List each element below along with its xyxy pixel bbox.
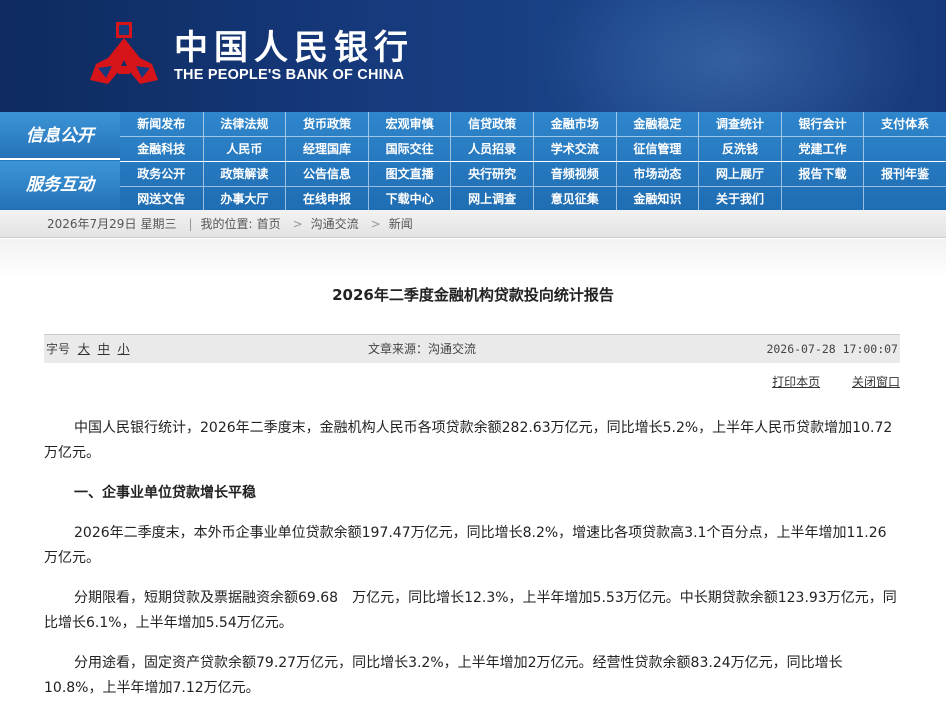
article-paragraph: 中国人民银行统计，2026年二季度末，金融机构人民币各项贷款余额282.63万亿… xyxy=(44,420,893,461)
nav-item[interactable]: 金融知识 xyxy=(615,187,699,211)
current-date: 2026年7月29日 xyxy=(47,217,137,231)
article-paragraph: 分用途看，固定资产贷款余额79.27万亿元，同比增长3.2%，上半年增加2万亿元… xyxy=(44,655,843,696)
nav-item[interactable]: 市场动态 xyxy=(615,162,699,186)
nav-item[interactable]: 货币政策 xyxy=(285,112,368,136)
nav-item[interactable]: 反洗钱 xyxy=(698,137,781,161)
nav-item[interactable]: 网上展厅 xyxy=(698,162,781,186)
nav-item[interactable]: 政务公开 xyxy=(120,162,203,186)
nav-item[interactable]: 报刊年鉴 xyxy=(863,162,946,186)
article-actions: 打印本页 关闭窗口 xyxy=(744,373,900,390)
nav-section-service-interaction[interactable]: 服务互动 xyxy=(0,161,120,209)
location-label: 我的位置: xyxy=(200,217,253,231)
logo-english-title: THE PEOPLE'S BANK OF CHINA xyxy=(174,67,405,83)
font-size-large-link[interactable]: 大 xyxy=(78,342,90,356)
nav-item[interactable]: 新闻发布 xyxy=(120,112,203,136)
font-size-small-link[interactable]: 小 xyxy=(118,342,130,356)
font-size-medium-link[interactable]: 中 xyxy=(98,342,110,356)
nav-item[interactable]: 宏观审慎 xyxy=(367,112,451,136)
nav-section-info-disclosure[interactable]: 信息公开 xyxy=(0,112,120,160)
nav-item[interactable]: 音频视频 xyxy=(532,162,616,186)
nav-item[interactable]: 调查统计 xyxy=(698,112,781,136)
header-glow xyxy=(520,0,940,112)
nav-item[interactable]: 学术交流 xyxy=(532,137,616,161)
article-datetime: 2026-07-28 17:00:07 xyxy=(766,342,898,356)
site-header: 中国人民银行 THE PEOPLE'S BANK OF CHINA xyxy=(0,0,946,112)
article-meta-bar: 字号 大 中 小 文章来源：沟通交流 2026-07-28 17:00:07 xyxy=(44,335,900,363)
nav-item-empty xyxy=(863,187,946,211)
nav-item[interactable]: 法律法规 xyxy=(202,112,286,136)
main-navigation: 信息公开 服务互动 新闻发布 法律法规 货币政策 宏观审慎 信贷政策 金融市场 … xyxy=(0,112,946,211)
nav-row-2: 金融科技 人民币 经理国库 国际交往 人员招录 学术交流 征信管理 反洗钱 党建… xyxy=(120,137,946,161)
nav-item[interactable]: 公告信息 xyxy=(285,162,368,186)
nav-item[interactable]: 国际交往 xyxy=(367,137,451,161)
article-paragraph: 2026年二季度末，本外币企事业单位贷款余额197.47万亿元，同比增长8.2%… xyxy=(44,525,887,566)
nav-item[interactable]: 关于我们 xyxy=(698,187,781,211)
nav-row-3: 政务公开 政策解读 公告信息 图文直播 央行研究 音频视频 市场动态 网上展厅 … xyxy=(120,162,946,186)
nav-item-empty xyxy=(863,137,946,161)
article-body: 中国人民银行统计，2026年二季度末，金融机构人民币各项贷款余额282.63万亿… xyxy=(44,416,900,713)
article-section-heading: 一、企事业单位贷款增长平稳 xyxy=(74,485,256,501)
nav-item-empty xyxy=(780,187,864,211)
nav-item[interactable]: 金融科技 xyxy=(120,137,203,161)
nav-item[interactable]: 征信管理 xyxy=(615,137,699,161)
nav-item[interactable]: 下载中心 xyxy=(367,187,451,211)
nav-item[interactable]: 在线申报 xyxy=(285,187,368,211)
nav-item[interactable]: 金融稳定 xyxy=(615,112,699,136)
current-weekday: 星期三 xyxy=(140,217,177,231)
article-title: 2026年二季度金融机构贷款投向统计报告 xyxy=(332,286,614,304)
close-window-link[interactable]: 关闭窗口 xyxy=(852,375,900,389)
chevron-right-icon: > xyxy=(292,217,303,231)
nav-item[interactable]: 图文直播 xyxy=(367,162,451,186)
nav-item[interactable]: 报告下载 xyxy=(780,162,864,186)
font-size-label: 字号 xyxy=(46,342,71,356)
nav-item[interactable]: 金融市场 xyxy=(532,112,616,136)
breadcrumb: 2026年7月29日 星期三 | 我的位置: 首页 > 沟通交流 > 新闻 xyxy=(0,210,946,238)
breadcrumb-home-link[interactable]: 首页 xyxy=(257,217,281,231)
article-paragraph: 分期限看，短期贷款及票据融资余额69.68 万亿元，同比增长12.3%，上半年增… xyxy=(44,590,897,631)
print-page-link[interactable]: 打印本页 xyxy=(772,375,820,389)
nav-item[interactable]: 支付体系 xyxy=(863,112,946,136)
nav-item[interactable]: 政策解读 xyxy=(202,162,286,186)
nav-item[interactable]: 人民币 xyxy=(202,137,286,161)
font-size-selector: 字号 大 中 小 xyxy=(46,335,130,363)
pboc-emblem-icon[interactable] xyxy=(88,20,160,88)
nav-item[interactable]: 党建工作 xyxy=(780,137,864,161)
nav-item[interactable]: 办事大厅 xyxy=(202,187,286,211)
breadcrumb-level2-link[interactable]: 新闻 xyxy=(389,217,413,231)
logo-chinese-title: 中国人民银行 xyxy=(174,28,414,68)
article-source: 文章来源：沟通交流 xyxy=(368,342,477,356)
breadcrumb-separator: | xyxy=(188,217,193,231)
chevron-right-icon: > xyxy=(370,217,381,231)
nav-item[interactable]: 网送文告 xyxy=(120,187,203,211)
nav-item[interactable]: 信贷政策 xyxy=(450,112,533,136)
nav-row-1: 新闻发布 法律法规 货币政策 宏观审慎 信贷政策 金融市场 金融稳定 调查统计 … xyxy=(120,112,946,136)
nav-item[interactable]: 经理国库 xyxy=(285,137,368,161)
nav-item[interactable]: 意见征集 xyxy=(532,187,616,211)
nav-item[interactable]: 网上调查 xyxy=(450,187,533,211)
nav-row-4: 网送文告 办事大厅 在线申报 下载中心 网上调查 意见征集 金融知识 关于我们 xyxy=(120,187,946,211)
nav-item[interactable]: 银行会计 xyxy=(780,112,864,136)
nav-item[interactable]: 人员招录 xyxy=(450,137,533,161)
breadcrumb-level1-link[interactable]: 沟通交流 xyxy=(311,217,359,231)
nav-item[interactable]: 央行研究 xyxy=(450,162,533,186)
